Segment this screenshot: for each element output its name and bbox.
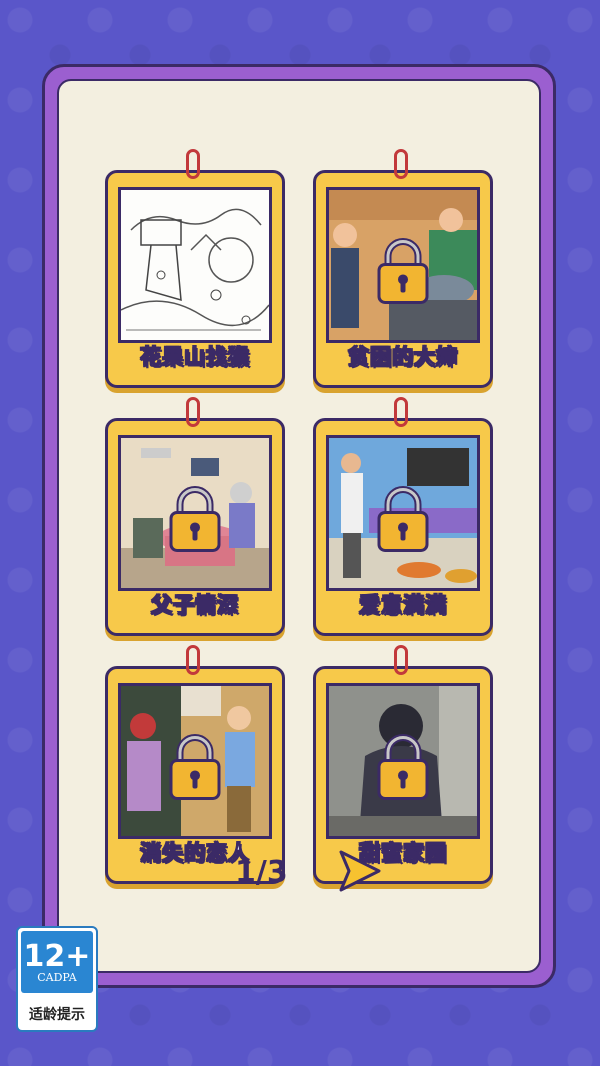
level-card-3[interactable]: 父子情深	[105, 397, 285, 636]
level-thumbnail	[326, 187, 480, 343]
level-thumbnail	[118, 187, 272, 343]
next-page-arrow-icon[interactable]	[335, 848, 383, 894]
age-rating-header: 12+ CADPA	[21, 931, 93, 993]
lock-icon	[169, 486, 221, 552]
line-art-scene	[121, 190, 269, 340]
level-card-1[interactable]: 花果山找猴	[105, 149, 285, 388]
level-card-2[interactable]: 贫困的大婶	[313, 149, 493, 388]
level-card-4[interactable]: 爱意满满	[313, 397, 493, 636]
level-title: 爱意满满	[359, 593, 447, 618]
paperclip-icon	[394, 645, 408, 675]
paperclip-icon	[394, 149, 408, 179]
level-thumbnail	[326, 683, 480, 839]
lock-icon	[377, 238, 429, 304]
age-rating-tip: 适龄提示	[29, 1007, 85, 1023]
level-thumbnail	[118, 435, 272, 591]
paperclip-icon	[186, 397, 200, 427]
paperclip-icon	[186, 645, 200, 675]
lock-icon	[169, 734, 221, 800]
age-rating-badge: 12+ CADPA 适龄提示	[16, 926, 98, 1032]
level-title: 花果山找猴	[140, 345, 250, 370]
lock-icon	[377, 734, 429, 800]
page-indicator: 1/3	[235, 855, 288, 890]
lock-icon	[377, 486, 429, 552]
level-card-5[interactable]: 消失的恋人	[105, 645, 285, 884]
level-title: 贫困的大婶	[348, 345, 458, 370]
level-thumbnail	[118, 683, 272, 839]
level-title: 父子情深	[151, 593, 239, 618]
level-thumbnail	[326, 435, 480, 591]
paperclip-icon	[394, 397, 408, 427]
paperclip-icon	[186, 149, 200, 179]
